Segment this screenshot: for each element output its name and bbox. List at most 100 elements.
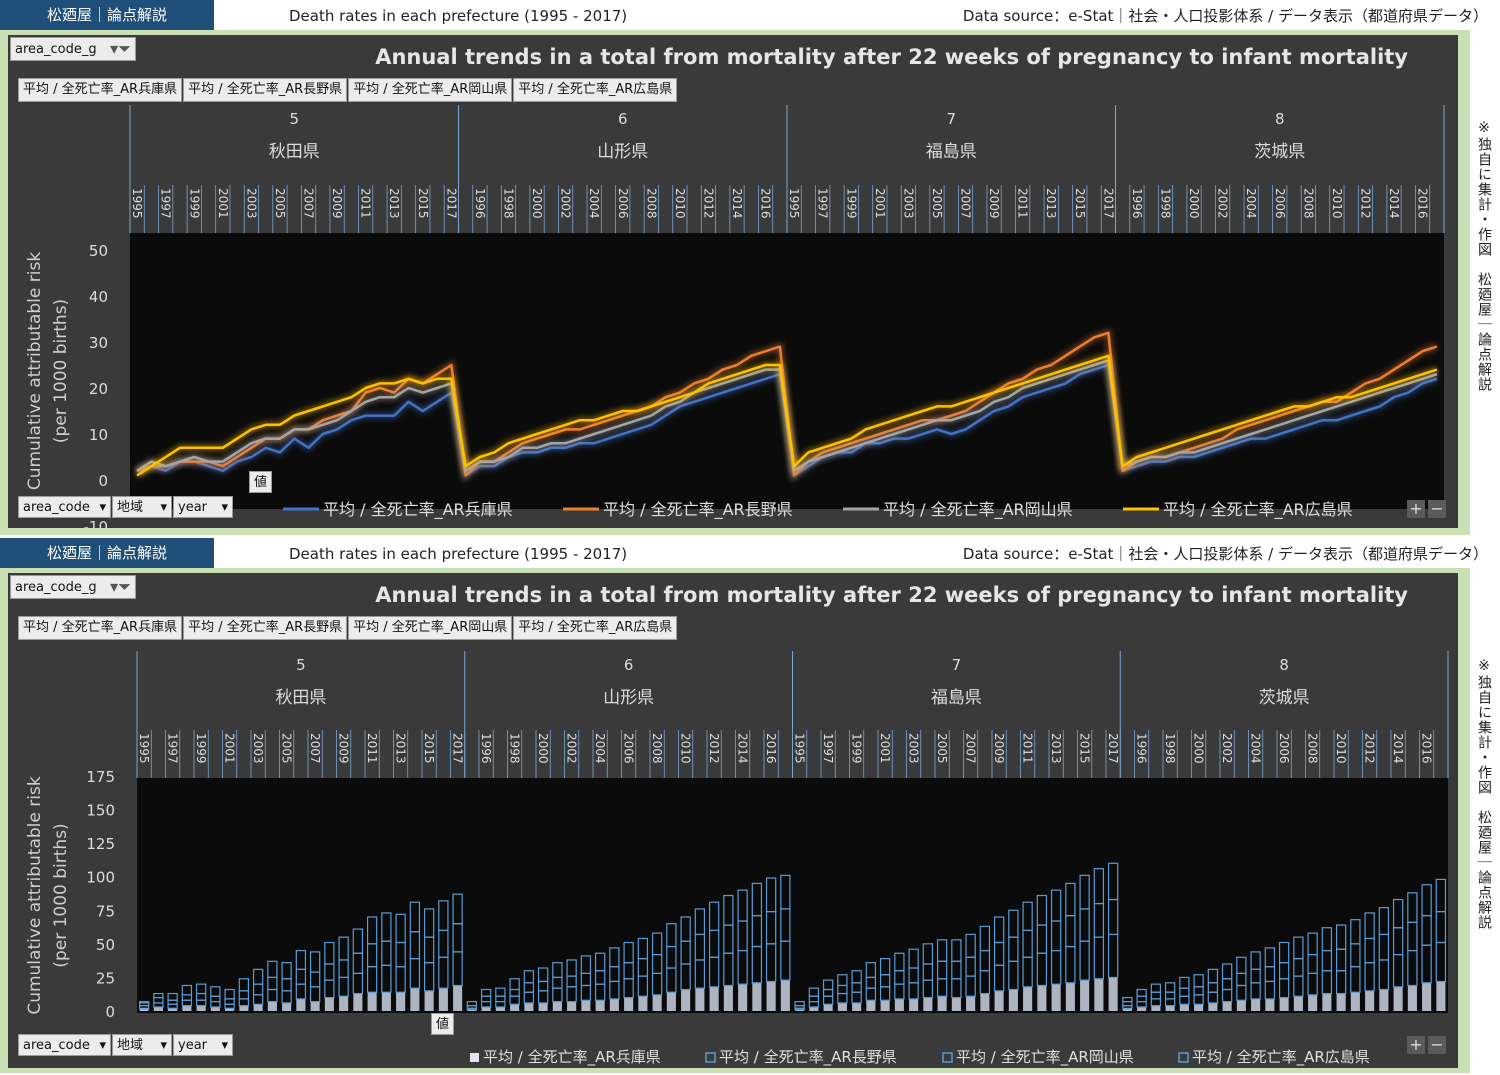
value-field-tag[interactable]: 値 (249, 471, 273, 493)
year-tick-label: 2009 (337, 733, 351, 764)
area-code-g-filter[interactable]: area_code_g ▾⏷ (10, 575, 136, 599)
stacked-bar-segment (1279, 997, 1289, 1011)
group-code-label: 5 (296, 656, 306, 674)
expand-button[interactable]: + (1407, 1036, 1425, 1054)
year-tick-label: 2008 (1301, 188, 1315, 219)
legend-tab-nagano[interactable]: 平均 / 全死亡率_AR長野県 (183, 78, 348, 102)
stacked-bar-segment (353, 993, 363, 1011)
filter-funnel-icon[interactable]: ▾⏷ (110, 577, 131, 597)
stacked-bar-segment (823, 1004, 833, 1011)
stacked-bar-segment (1151, 1005, 1161, 1011)
collapse-button[interactable]: − (1428, 1036, 1446, 1054)
year-tick-label: 1995 (137, 733, 151, 764)
chevron-down-icon: ▾ (99, 500, 106, 515)
legend-tab-hyogo[interactable]: 平均 / 全死亡率_AR兵庫県 (18, 78, 183, 102)
y-tick-label: 150 (86, 802, 115, 820)
stacked-bar-segment (766, 981, 776, 1011)
year-tick-label: 2014 (1387, 188, 1401, 219)
legend-tab-okayama[interactable]: 平均 / 全死亡率_AR岡山県 (348, 616, 513, 640)
brand-label: 松廼屋｜論点解説 (0, 538, 214, 568)
stacked-bar-segment (1308, 994, 1318, 1011)
year-tick-label: 2015 (422, 733, 436, 764)
region-dropdown[interactable]: 地域 ▾ (112, 1034, 172, 1056)
area-code-g-filter[interactable]: area_code_g ▾⏷ (10, 37, 136, 61)
y-tick-label: 75 (96, 902, 115, 920)
legend-tab-hiroshima[interactable]: 平均 / 全死亡率_AR広島県 (513, 78, 678, 102)
chart-title: Annual trends in a total from mortality … (375, 583, 1408, 607)
year-tick-label: 2011 (1016, 188, 1030, 219)
legend-tab-hyogo[interactable]: 平均 / 全死亡率_AR兵庫県 (18, 616, 183, 640)
stacked-bar-segment (1251, 998, 1261, 1011)
legend-label: 平均 / 全死亡率_AR広島県 (1163, 500, 1353, 520)
year-tick-label: 2003 (251, 733, 265, 764)
stacked-bar-segment (153, 1006, 163, 1011)
stacked-bar-segment (1137, 1006, 1147, 1011)
year-tick-label: 2015 (1073, 188, 1087, 219)
stacked-bar-segment (809, 1006, 819, 1011)
legend-tab-okayama[interactable]: 平均 / 全死亡率_AR岡山県 (348, 78, 513, 102)
chevron-down-icon: ▾ (221, 1038, 228, 1053)
year-tick-label: 2017 (451, 733, 465, 764)
stacked-bar-segment (609, 998, 619, 1011)
expand-button[interactable]: + (1407, 500, 1425, 518)
collapse-button[interactable]: − (1428, 500, 1446, 518)
stacked-bar-segment (1179, 1004, 1189, 1011)
year-tick-label: 2001 (223, 733, 237, 764)
stacked-bar-segment (1051, 984, 1061, 1011)
group-code-label: 6 (618, 110, 628, 128)
year-tick-label: 1997 (816, 188, 830, 219)
year-dropdown[interactable]: year ▾ (173, 496, 233, 518)
area-code-dropdown[interactable]: area_code ▾ (18, 496, 111, 518)
y-axis-label: (per 1000 births) (51, 299, 71, 443)
year-tick-label: 2013 (1044, 188, 1058, 219)
value-field-tag[interactable]: 値 (431, 1013, 455, 1035)
legend-tab-nagano[interactable]: 平均 / 全死亡率_AR長野県 (183, 616, 348, 640)
year-tick-label: 2006 (616, 188, 630, 219)
year-tick-label: 2006 (1277, 733, 1291, 764)
stacked-bar-segment (424, 990, 434, 1011)
legend-tab-hiroshima[interactable]: 平均 / 全死亡率_AR広島県 (513, 616, 678, 640)
legend-swatch (1178, 1052, 1189, 1063)
y-tick-label: -10 (84, 518, 109, 528)
y-tick-label: 125 (86, 835, 115, 853)
year-tick-label: 2006 (622, 733, 636, 764)
stacked-bar-segment (709, 986, 719, 1011)
group-code-label: 7 (952, 656, 962, 674)
stacked-bar-segment (282, 1002, 292, 1011)
group-name-label: 秋田県 (269, 142, 320, 162)
filter-label: area_code_g (15, 42, 97, 57)
stacked-bar-segment (1108, 977, 1118, 1011)
filter-funnel-icon[interactable]: ▾⏷ (110, 39, 131, 59)
year-tick-label: 2010 (679, 733, 693, 764)
group-code-label: 5 (289, 110, 299, 128)
year-tick-label: 1996 (1130, 188, 1144, 219)
stacked-bar-segment (1194, 1004, 1204, 1011)
legend-label: 平均 / 全死亡率_AR岡山県 (956, 1048, 1134, 1067)
chevron-down-icon: ▾ (160, 500, 167, 515)
stacked-bar-segment (1365, 990, 1375, 1011)
year-tick-label: 1999 (194, 733, 208, 764)
area-code-dropdown[interactable]: area_code ▾ (18, 1034, 111, 1056)
stacked-bar-segment (1379, 989, 1389, 1011)
year-tick-label: 1999 (187, 188, 201, 219)
stacked-bar-segment (681, 989, 691, 1011)
region-dropdown[interactable]: 地域 ▾ (112, 496, 172, 518)
year-tick-label: 1998 (501, 188, 515, 219)
stacked-bar-segment (1293, 996, 1303, 1011)
stacked-bar-segment (909, 998, 919, 1011)
year-tick-label: 2000 (1187, 188, 1201, 219)
y-tick-label: 0 (105, 1003, 115, 1021)
year-tick-label: 2017 (1101, 188, 1115, 219)
y-axis-label: Cumulative attributable risk (25, 776, 45, 1014)
year-tick-label: 2001 (216, 188, 230, 219)
chevron-down-icon: ▾ (160, 1038, 167, 1053)
year-tick-label: 2004 (1244, 188, 1258, 219)
year-tick-label: 2011 (359, 188, 373, 219)
stacked-bar-segment (267, 1001, 277, 1011)
y-tick-label: 25 (96, 969, 115, 987)
year-dropdown[interactable]: year ▾ (173, 1034, 233, 1056)
stacked-bar-segment (1023, 986, 1033, 1011)
page-title: Death rates in each prefecture (1995 - 2… (289, 7, 628, 25)
filter-label: area_code_g (15, 580, 97, 595)
y-tick-label: 0 (98, 472, 108, 490)
